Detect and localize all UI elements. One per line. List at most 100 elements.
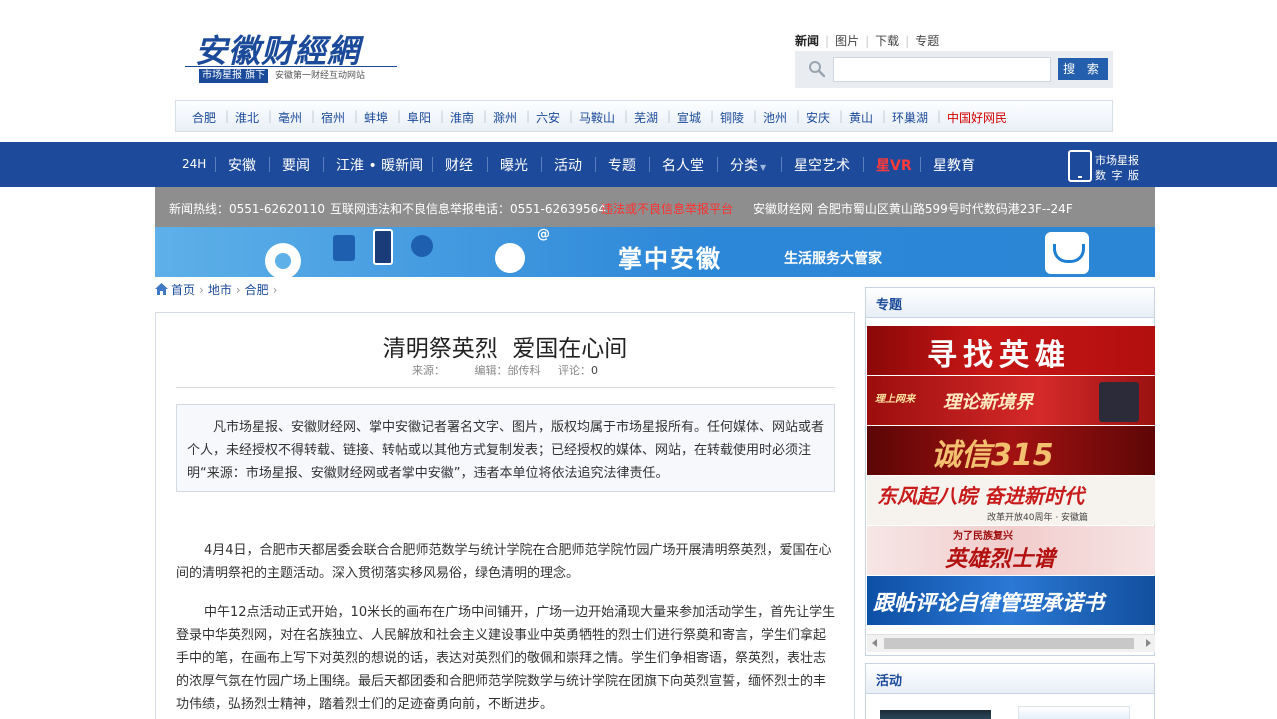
news-hotline: 新闻热线：0551-62620110 bbox=[169, 202, 325, 216]
nav-separator bbox=[863, 157, 864, 172]
nav-separator bbox=[717, 157, 718, 172]
nav-jianghuai-news[interactable]: 江淮 • 暖新闻 bbox=[336, 155, 423, 175]
email-icon: @ bbox=[537, 227, 550, 242]
city-link[interactable]: 铜陵 bbox=[720, 109, 744, 126]
activity-thumbnail[interactable] bbox=[880, 710, 991, 719]
nav-categories-label: 分类 bbox=[730, 158, 758, 174]
city-link[interactable]: 亳州 bbox=[278, 109, 302, 126]
city-link[interactable]: 六安 bbox=[536, 109, 560, 126]
top-link-downloads[interactable]: 下载 bbox=[875, 34, 899, 48]
banner-title: 掌中安徽 bbox=[618, 245, 722, 273]
city-link[interactable]: 马鞍山 bbox=[579, 109, 615, 126]
nav-24h[interactable]: 24H bbox=[182, 157, 206, 171]
promo-title: 英雄烈士谱 bbox=[945, 547, 1056, 572]
hotline-bar: 新闻热线：0551-62620110 互联网违法和不良信息举报电话：0551-6… bbox=[155, 187, 1155, 227]
city-link[interactable]: 淮北 bbox=[235, 109, 259, 126]
city-link[interactable]: 淮南 bbox=[450, 109, 474, 126]
promo-small: 理上网来 bbox=[875, 394, 915, 405]
nav-separator bbox=[920, 157, 921, 172]
nav-separator bbox=[781, 157, 782, 172]
nav-separator bbox=[595, 157, 596, 172]
scroll-right-icon[interactable] bbox=[1146, 639, 1151, 647]
promo-title: 诚信315 bbox=[931, 438, 1054, 473]
comments-count[interactable]: 0 bbox=[591, 364, 598, 377]
separator: | bbox=[569, 109, 574, 123]
city-link[interactable]: 阜阳 bbox=[407, 109, 431, 126]
article-title: 清明祭英烈 爱国在心间 bbox=[382, 336, 628, 362]
scroll-thumb[interactable] bbox=[884, 638, 1134, 649]
separator: | bbox=[526, 109, 531, 123]
city-link[interactable]: 安庆 bbox=[806, 109, 830, 126]
promo-title: 跟帖评论自律管理承诺书 bbox=[873, 591, 1104, 615]
breadcrumb-home[interactable]: 首页 bbox=[171, 283, 195, 297]
promo-theory[interactable]: 理上网来 理论新境界 bbox=[867, 376, 1155, 425]
promo-315[interactable]: 诚信315 bbox=[867, 426, 1155, 475]
app-banner[interactable]: @ 掌中安徽 生活服务大管家 bbox=[155, 227, 1155, 277]
city-link[interactable]: 宿州 bbox=[321, 109, 345, 126]
nav-anhui[interactable]: 安徽 bbox=[228, 155, 256, 175]
promo-title: 东风起八皖 奋进新时代 bbox=[877, 484, 1084, 508]
nav-topics[interactable]: 专题 bbox=[608, 155, 636, 175]
top-link-images[interactable]: 图片 bbox=[835, 34, 859, 48]
source-label: 来源： bbox=[412, 364, 445, 377]
logo-slogan: 安徽第一财经互动网站 bbox=[275, 71, 366, 81]
article: 清明祭英烈 爱国在心间 来源： 编辑：邰传科 评论：0 凡市场星报、安徽财经网、… bbox=[155, 312, 855, 719]
digital-edition-title: 市场星报 bbox=[1095, 154, 1139, 167]
nav-celebrities[interactable]: 名人堂 bbox=[662, 155, 704, 175]
logo-sub-brand: 市场星报 旗下 bbox=[199, 69, 269, 83]
nav-exposure[interactable]: 曝光 bbox=[500, 155, 528, 175]
promo-hero-martyrs[interactable]: 为了民族复兴 英雄烈士谱 bbox=[867, 526, 1155, 575]
breadcrumb-hefei[interactable]: 合肥 bbox=[245, 283, 269, 297]
scroll-left-icon[interactable] bbox=[872, 639, 877, 647]
nav-star-art[interactable]: 星空艺术 bbox=[794, 155, 850, 175]
promo-small: 改革开放40周年 · 安徽篇 bbox=[987, 513, 1089, 523]
tablet-icon bbox=[1068, 150, 1092, 182]
topics-title: 专题 bbox=[876, 298, 903, 313]
chevron-right-icon: › bbox=[199, 283, 204, 297]
activity-thumbnail[interactable] bbox=[1018, 706, 1130, 719]
separator: | bbox=[882, 109, 887, 123]
activities-panel: 活动 bbox=[865, 663, 1155, 719]
target-icon-inner bbox=[275, 253, 291, 269]
promo-title: 寻找英雄 bbox=[927, 338, 1071, 373]
report-platform-link[interactable]: 违法或不良信息举报平台 bbox=[601, 200, 733, 217]
article-meta: 来源： 编辑：邰传科 评论：0 bbox=[156, 362, 854, 378]
report-hotline: 互联网违法和不良信息举报电话：0551-62639564 bbox=[330, 202, 606, 216]
city-link[interactable]: 池州 bbox=[763, 109, 787, 126]
city-link[interactable]: 环巢湖 bbox=[892, 109, 928, 126]
nav-separator bbox=[432, 157, 433, 172]
promo-reform-40[interactable]: 东风起八皖 奋进新时代 改革开放40周年 · 安徽篇 bbox=[867, 476, 1155, 525]
topics-panel: 专题 寻找英雄 理上网来 理论新境界 诚信315 东风起八皖 奋进新时代 改革开… bbox=[865, 287, 1155, 656]
top-link-news[interactable]: 新闻 bbox=[795, 34, 819, 48]
activities-title: 活动 bbox=[876, 674, 903, 689]
breadcrumb: 首页 › 地市 › 合肥 › bbox=[155, 281, 281, 298]
nav-headlines[interactable]: 要闻 bbox=[282, 155, 310, 175]
search-button[interactable]: 搜 索 bbox=[1058, 58, 1108, 80]
promo-find-heroes[interactable]: 寻找英雄 bbox=[867, 326, 1155, 375]
top-link-topics[interactable]: 专题 bbox=[915, 34, 939, 48]
nav-activities[interactable]: 活动 bbox=[554, 155, 582, 175]
city-link[interactable]: 滁州 bbox=[493, 109, 517, 126]
site-logo[interactable]: 安徽财經網 市场星报 旗下 安徽第一财经互动网站 bbox=[185, 22, 397, 88]
city-link[interactable]: 宣城 bbox=[677, 109, 701, 126]
promo-comment-pledge[interactable]: 跟帖评论自律管理承诺书 bbox=[867, 576, 1155, 625]
digital-edition-link[interactable]: 市场星报 数 字 版 bbox=[1068, 150, 1148, 182]
breadcrumb-city[interactable]: 地市 bbox=[208, 283, 232, 297]
city-link[interactable]: 黄山 bbox=[849, 109, 873, 126]
nav-star-education[interactable]: 星教育 bbox=[933, 155, 975, 175]
search-input[interactable] bbox=[833, 57, 1051, 82]
city-link-good-netizen[interactable]: 中国好网民 bbox=[947, 109, 1007, 126]
city-link[interactable]: 蚌埠 bbox=[364, 109, 388, 126]
chat-icon bbox=[411, 235, 433, 257]
separator: | bbox=[483, 109, 488, 123]
city-link[interactable]: 合肥 bbox=[192, 109, 216, 126]
title-divider bbox=[176, 387, 835, 388]
nav-star-vr[interactable]: 星VR bbox=[876, 155, 912, 175]
nav-categories[interactable]: 分类 ▼ bbox=[730, 155, 766, 175]
separator: | bbox=[311, 109, 316, 123]
promo-scrollbar[interactable] bbox=[867, 634, 1155, 652]
separator: | bbox=[354, 109, 359, 123]
city-link[interactable]: 芜湖 bbox=[634, 109, 658, 126]
separator: | bbox=[905, 34, 910, 48]
nav-finance[interactable]: 财经 bbox=[445, 155, 473, 175]
